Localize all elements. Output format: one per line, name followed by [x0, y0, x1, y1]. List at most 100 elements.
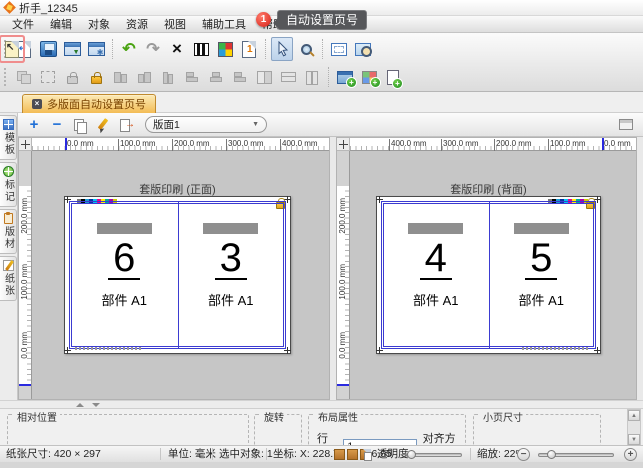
sidebar-tab-marks[interactable]: 标记: [0, 162, 17, 207]
ruler-active-zone: 200.0 mm 100.0 mm 0.0 mm: [337, 186, 349, 386]
copy-layout-button[interactable]: [72, 116, 88, 134]
sidebar-tab-paper[interactable]: 纸张: [0, 256, 17, 301]
imposed-page[interactable]: 6 部件 A1: [72, 204, 177, 346]
menu-file[interactable]: 文件: [4, 16, 42, 32]
toolbar-row-1: ↶ ↷ ×: [0, 36, 375, 62]
layer-icon-1[interactable]: [334, 449, 345, 460]
sheet-front[interactable]: 6 部件 A1 3 部件 A1: [64, 196, 291, 354]
zoom-slider-thumb[interactable]: [547, 450, 556, 459]
align-center-h-icon: [136, 70, 152, 84]
panel-scrollbar[interactable]: ▲ ▼: [627, 409, 641, 445]
add-page-button[interactable]: [382, 65, 404, 89]
add-layout-button[interactable]: [334, 65, 356, 89]
layer-icon-2[interactable]: [347, 449, 358, 460]
vertical-bars-icon: [304, 70, 320, 84]
align-center-h-button[interactable]: [133, 65, 155, 89]
panel-collapse-strip[interactable]: [0, 400, 643, 408]
redo-button[interactable]: ↷: [142, 37, 164, 61]
ruler-label: 100.0 mm: [120, 139, 156, 148]
zoom-tool-button[interactable]: [295, 37, 317, 61]
imposed-page[interactable]: 3 部件 A1: [179, 204, 284, 346]
unlock-button[interactable]: [61, 65, 83, 89]
distribute-v-button[interactable]: [301, 65, 323, 89]
select-tool-button[interactable]: [271, 37, 293, 61]
zoom-out-button[interactable]: −: [517, 448, 530, 461]
delete-button[interactable]: ×: [166, 37, 188, 61]
page-number-button[interactable]: [238, 37, 260, 61]
preview-magnifier-icon: [355, 43, 371, 56]
marks-target-icon: [3, 166, 14, 177]
edit-layout-button[interactable]: [95, 116, 111, 134]
window-bottom-edge: [0, 462, 643, 468]
sidebar-tab-template[interactable]: 模板: [0, 115, 17, 160]
remove-sheet-button[interactable]: −: [49, 116, 65, 134]
imposed-page[interactable]: 5 部件 A1: [490, 204, 594, 346]
preview-button[interactable]: [352, 37, 374, 61]
collapse-up-icon[interactable]: [76, 403, 84, 407]
sidebar-tab-plate[interactable]: 版材: [0, 209, 17, 254]
panel-toggle-icon[interactable]: [619, 119, 633, 130]
toolbar-separator: [265, 39, 266, 59]
undo-button[interactable]: ↶: [118, 37, 140, 61]
window-down-icon: [64, 42, 81, 56]
layout-select[interactable]: 版面1 ▼: [145, 116, 267, 133]
export-layout-button[interactable]: [118, 116, 134, 134]
document-tab[interactable]: × 多版面自动设置页号: [22, 94, 156, 113]
ruler-corner[interactable]: [19, 138, 32, 151]
ruler-corner[interactable]: [337, 138, 350, 151]
toolbar-separator: [328, 67, 329, 87]
save-button[interactable]: [37, 37, 59, 61]
align-left-button[interactable]: [109, 65, 131, 89]
group-title: 小页尺寸: [480, 409, 526, 424]
canvas-front[interactable]: 套版印刷 (正面) 6 部件 A1: [32, 151, 329, 399]
menu-view[interactable]: 视图: [156, 16, 194, 32]
selection-frame-button[interactable]: [37, 65, 59, 89]
ruler-label: 0.0 mm: [67, 139, 94, 148]
transparency-slider-thumb[interactable]: [407, 450, 416, 459]
zoom-slider[interactable]: [538, 453, 614, 457]
chevron-down-icon[interactable]: ▼: [252, 121, 259, 128]
align-top-icon: [232, 70, 248, 84]
zoom-in-button[interactable]: +: [624, 448, 637, 461]
transparency-slider[interactable]: [406, 453, 462, 457]
group-button[interactable]: [13, 65, 35, 89]
horizontal-ruler-front: 0.0 mm 100.0 mm 200.0 mm 300.0 mm 400.0 …: [32, 138, 329, 151]
menu-resource[interactable]: 资源: [118, 16, 156, 32]
tab-close-icon[interactable]: ×: [32, 99, 42, 109]
sheet-title-front: 套版印刷 (正面): [64, 181, 291, 197]
import-window-button[interactable]: [61, 37, 83, 61]
color-pages-button[interactable]: [214, 37, 236, 61]
window-settings-button[interactable]: [85, 37, 107, 61]
columns-view-button[interactable]: [190, 37, 212, 61]
vertical-ruler-front: 200.0 mm 100.0 mm 0.0 mm: [19, 151, 32, 399]
split-panes-button[interactable]: [253, 65, 275, 89]
align-middle-button[interactable]: [205, 65, 227, 89]
align-top-button[interactable]: [229, 65, 251, 89]
lock-button[interactable]: [85, 65, 107, 89]
menu-tools[interactable]: 辅助工具: [194, 16, 254, 32]
fit-page-button[interactable]: [328, 37, 350, 61]
add-template-button[interactable]: [358, 65, 380, 89]
scroll-down-icon[interactable]: ▼: [628, 434, 640, 445]
cursor-arrow-icon: [276, 41, 289, 57]
align-bottom-button[interactable]: [181, 65, 203, 89]
vertical-ruler-back: 200.0 mm 100.0 mm 0.0 mm: [337, 151, 350, 399]
align-bottom-icon: [184, 70, 200, 84]
plate-clipboard-icon: [4, 213, 13, 224]
toolbar-grip[interactable]: [4, 68, 9, 86]
menu-edit[interactable]: 编辑: [42, 16, 80, 32]
align-right-button[interactable]: [157, 65, 179, 89]
add-sheet-button[interactable]: +: [26, 116, 42, 134]
menu-object[interactable]: 对象: [80, 16, 118, 32]
scroll-up-icon[interactable]: ▲: [628, 410, 640, 421]
imposed-page[interactable]: 4 部件 A1: [384, 204, 488, 346]
layout-properties-row: 行数 1 对齐方式: [309, 430, 465, 445]
auto-page-number-icon: [5, 41, 19, 58]
layer-icon-3[interactable]: [360, 449, 371, 460]
sheet-back[interactable]: 4 部件 A1 5 部件 A1: [376, 196, 601, 354]
distribute-h-button[interactable]: [277, 65, 299, 89]
collapse-down-icon[interactable]: [92, 403, 100, 407]
auto-page-number-button[interactable]: [1, 37, 23, 61]
page-one-icon: [242, 41, 256, 58]
canvas-back[interactable]: 套版印刷 (背面) 4 部件 A1: [350, 151, 636, 399]
